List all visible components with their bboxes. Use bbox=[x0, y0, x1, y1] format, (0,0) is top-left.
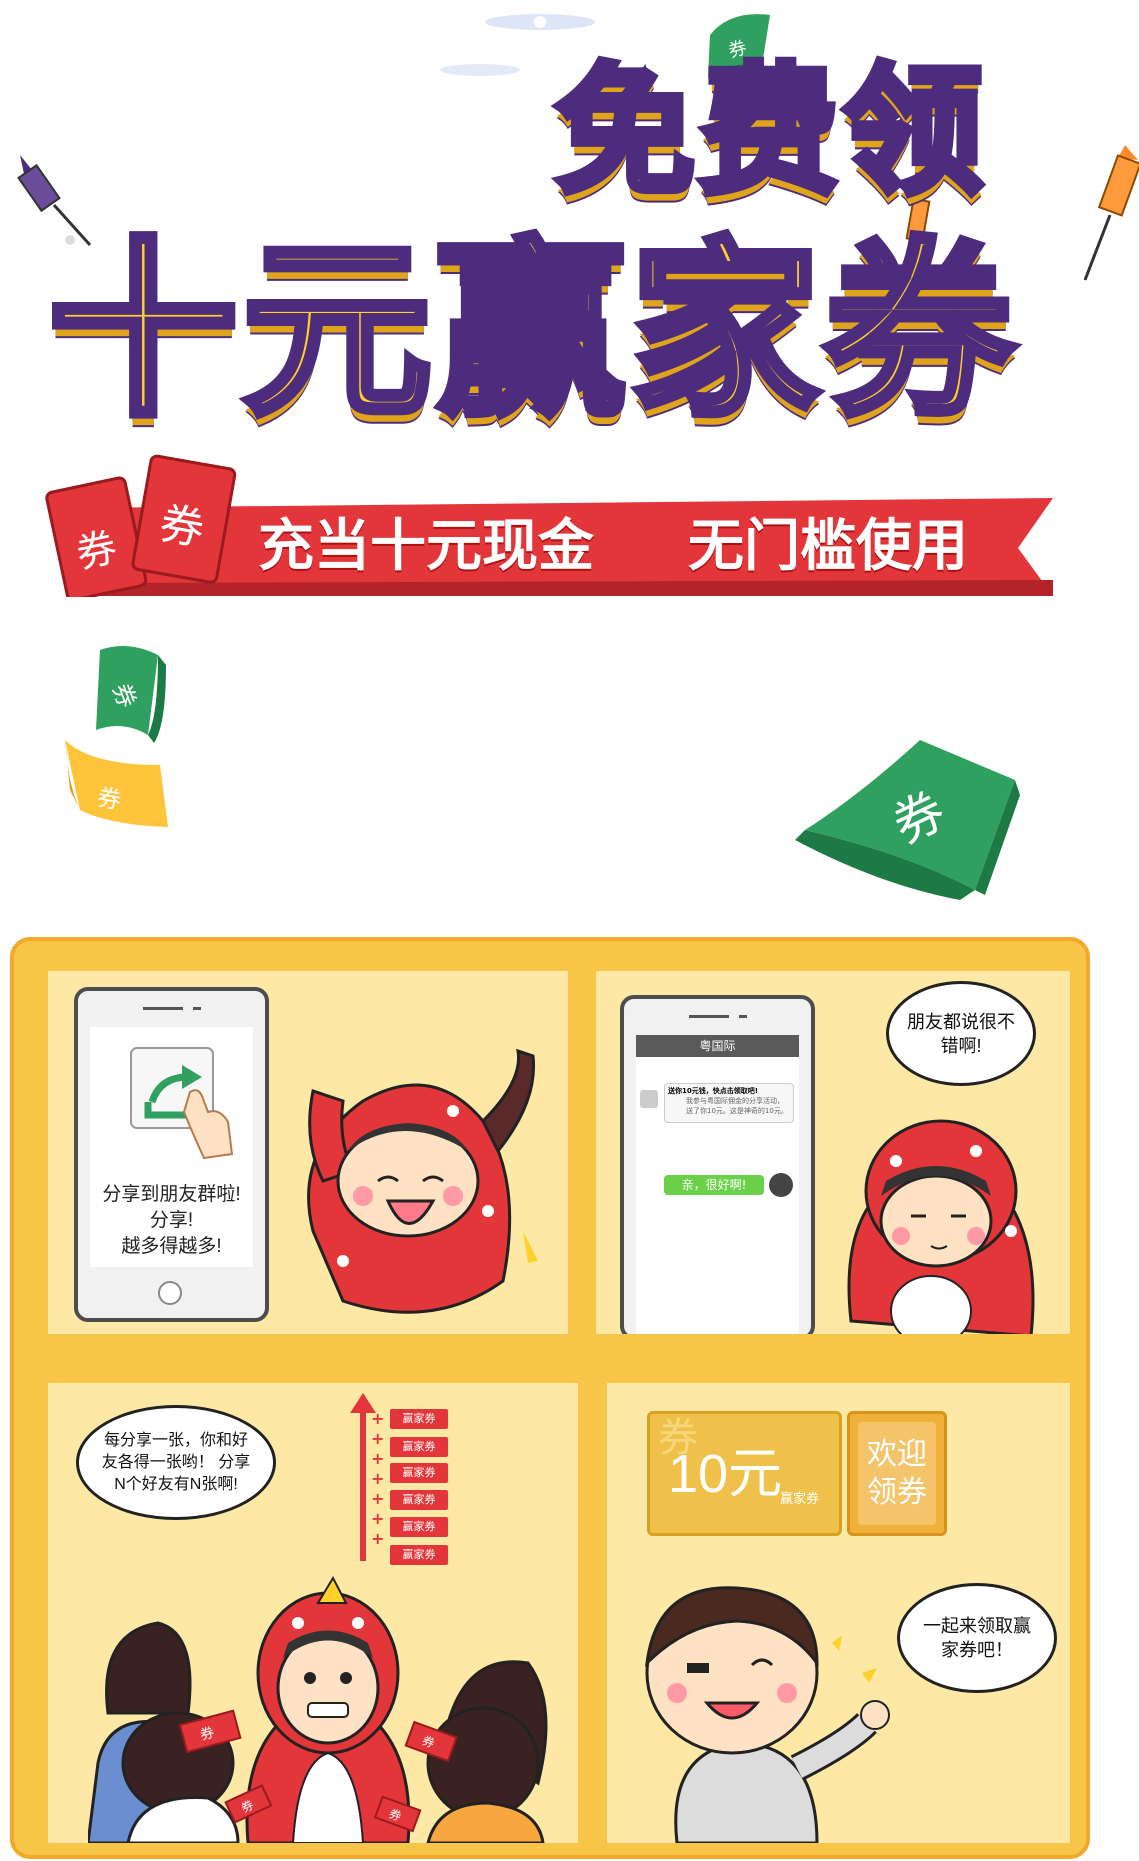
mini-coupon: 赢家券 bbox=[390, 1490, 448, 1510]
avatar bbox=[769, 1173, 793, 1197]
coupon-action-line: 欢迎 bbox=[867, 1437, 927, 1472]
promo-header: 券 免费领 十元赢家券 充当十元现金 无门槛使用 券 券 券 券 券 bbox=[0, 0, 1139, 900]
comic-panel-chat: 粤国际 送你10元钱，快点击领取吧! 我参与粤国际佣金的分享活动，送了你10元。… bbox=[596, 971, 1070, 1334]
coupon-amount: 10元 bbox=[668, 1444, 783, 1504]
character-thumbs-up bbox=[847, 1119, 1035, 1334]
home-button bbox=[158, 1281, 182, 1305]
coupon-action-line: 领券 bbox=[867, 1475, 927, 1510]
share-caption: 分享到朋友群啦! 分享! 越多得越多! bbox=[90, 1182, 253, 1260]
mini-coupon: 赢家券 bbox=[390, 1437, 448, 1457]
caption-line: 越多得越多! bbox=[121, 1236, 222, 1257]
coupon-tickets-icon: 券 券 bbox=[45, 454, 237, 597]
mini-coupon: 赢家券 bbox=[390, 1517, 448, 1537]
phone-mockup: 分享到朋友群啦! 分享! 越多得越多! bbox=[74, 987, 269, 1322]
comic-strip: 分享到朋友群啦! 分享! 越多得越多! 粤国际 送你10元钱，快点击领取吧! 我… bbox=[10, 937, 1090, 1859]
plus-mark: + bbox=[371, 1409, 385, 1428]
banner-text-right: 无门槛使用 bbox=[688, 514, 968, 579]
banner-text: 充当十元现金 无门槛使用 bbox=[258, 512, 968, 582]
mini-coupon: 赢家券 bbox=[390, 1409, 448, 1429]
coupon-bill-icon: 券 bbox=[65, 740, 168, 827]
speech-bubble: 每分享一张，你和好友各得一张哟！ 分享N个好友有N张啊! bbox=[76, 1405, 276, 1520]
mini-coupon: 赢家券 bbox=[390, 1545, 448, 1565]
svg-text:券: 券 bbox=[156, 498, 208, 556]
plus-mark: + bbox=[371, 1509, 385, 1528]
coupon-action: 欢迎 领券 bbox=[850, 1436, 944, 1512]
comic-panel-share: 分享到朋友群啦! 分享! 越多得越多! bbox=[48, 971, 568, 1334]
incoming-body: 我参与粤国际佣金的分享活动，送了你10元。这是神奇的10元。 bbox=[686, 1097, 788, 1115]
caption-line: 分享到朋友群啦! bbox=[102, 1184, 241, 1205]
coupon-bill-icon: 券 bbox=[795, 740, 1020, 900]
plus-mark: + bbox=[371, 1529, 385, 1548]
avatar bbox=[640, 1090, 658, 1108]
banner-text-left: 充当十元现金 bbox=[258, 514, 594, 579]
incoming-title: 送你10元钱，快点击领取吧! bbox=[668, 1087, 758, 1095]
chat-bubble-incoming: 送你10元钱，快点击领取吧! 我参与粤国际佣金的分享活动，送了你10元。这是神奇… bbox=[664, 1083, 794, 1123]
coupon-claim-button[interactable]: 欢迎 领券 bbox=[847, 1411, 947, 1536]
chat-bubble-outgoing: 亲，很好啊! bbox=[664, 1175, 764, 1195]
svg-text:券: 券 bbox=[95, 783, 123, 815]
plus-mark: + bbox=[371, 1429, 385, 1448]
character-waving bbox=[644, 1586, 890, 1843]
mini-coupon: 赢家券 bbox=[390, 1463, 448, 1483]
rocket-icon bbox=[1083, 145, 1139, 281]
coupon-card[interactable]: 券 10元 赢家券 欢迎 领券 bbox=[647, 1411, 947, 1536]
phone-screen: 分享到朋友群啦! 分享! 越多得越多! bbox=[90, 1027, 253, 1267]
plus-mark: + bbox=[371, 1449, 385, 1468]
hand-pointer-icon bbox=[182, 1089, 234, 1160]
plus-mark: + bbox=[371, 1469, 385, 1488]
comic-panel-claim: 券 10元 赢家券 欢迎 领券 一起来领取赢家券吧！ bbox=[607, 1383, 1070, 1843]
speech-bubble: 朋友都说很不错啊! bbox=[886, 981, 1036, 1086]
coupon-left: 券 10元 赢家券 bbox=[647, 1411, 842, 1536]
plus-mark: + bbox=[371, 1489, 385, 1508]
phone-screen: 粤国际 送你10元钱，快点击领取吧! 我参与粤国际佣金的分享活动，送了你10元。… bbox=[636, 1035, 799, 1334]
phone-mockup: 粤国际 送你10元钱，快点击领取吧! 我参与粤国际佣金的分享活动，送了你10元。… bbox=[620, 995, 815, 1334]
comic-panel-multiply: 每分享一张，你和好友各得一张哟！ 分享N个好友有N张啊! + + + + + +… bbox=[48, 1383, 578, 1843]
character-excited bbox=[307, 1048, 538, 1314]
coupon-brand: 赢家券 bbox=[780, 1492, 820, 1507]
title-line-2: 十元赢家券 bbox=[44, 221, 1019, 442]
caption-line: 分享! bbox=[149, 1210, 194, 1231]
chat-title: 粤国际 bbox=[636, 1035, 799, 1057]
character-crowd: 券 券 券 券 bbox=[88, 1575, 548, 1843]
title-line-1: 免费领 bbox=[551, 51, 988, 214]
